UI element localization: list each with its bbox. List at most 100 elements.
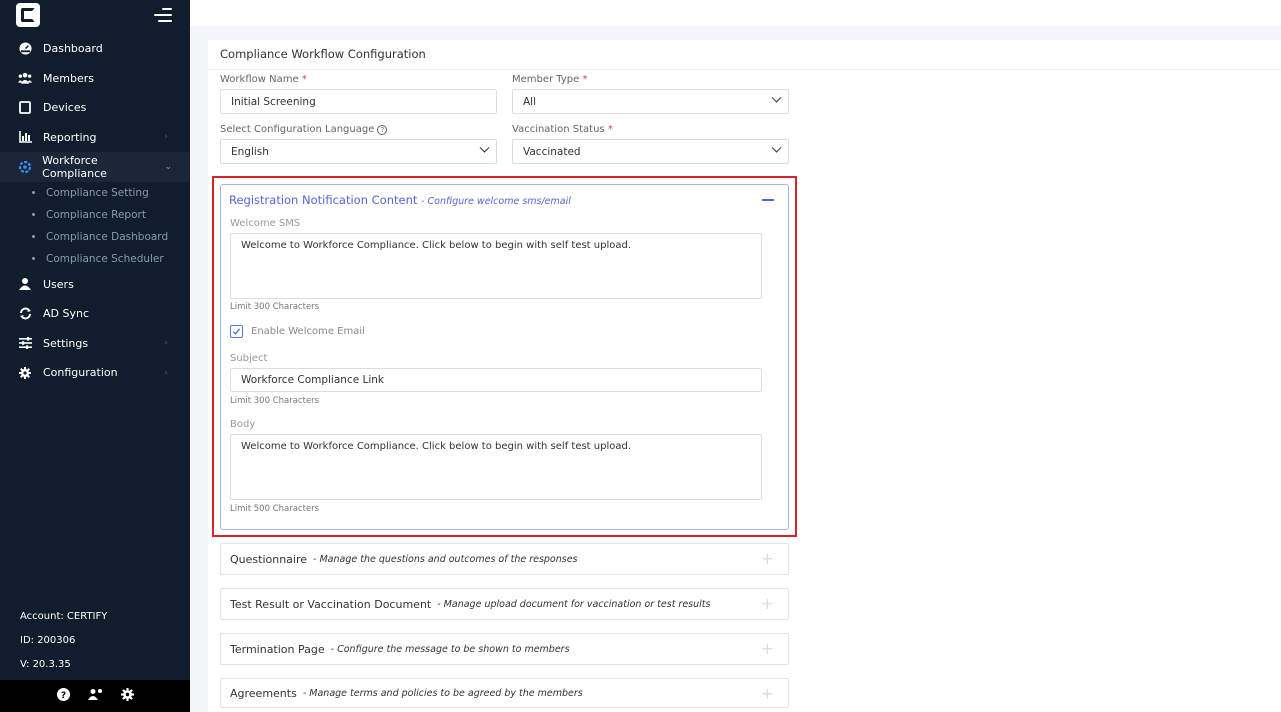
agreements-section[interactable]: Agreements - Manage terms and policies t… (220, 678, 789, 708)
language-select[interactable]: English (220, 139, 497, 164)
sidebar-item-label: Workforce Compliance (42, 153, 107, 180)
gear-icon (18, 366, 32, 380)
sliders-icon (18, 336, 32, 350)
sidebar-item-label: AD Sync (43, 307, 90, 321)
top-bar (190, 0, 1281, 26)
sidebar-subitem-label: Compliance Report (46, 208, 146, 221)
questionnaire-section[interactable]: Questionnaire - Manage the questions and… (220, 543, 789, 575)
member-type-select[interactable]: All (512, 89, 789, 114)
expand-icon[interactable]: + (761, 551, 774, 567)
required-mark: * (607, 124, 613, 135)
language-label: Select Configuration Language? (220, 124, 388, 135)
sidebar-subitem-label: Compliance Setting (46, 186, 149, 199)
sidebar-item-label: Configuration (43, 366, 118, 380)
section-title-text: Agreements (230, 686, 297, 700)
vaccination-status-select[interactable]: Vaccinated (512, 139, 789, 164)
termination-page-section[interactable]: Termination Page - Configure the message… (220, 633, 789, 665)
sidebar-item-configuration[interactable]: Configuration › (0, 358, 190, 388)
sidebar-item-settings[interactable]: Settings › (0, 329, 190, 359)
compliance-icon (18, 160, 31, 174)
dashboard-icon (18, 42, 32, 56)
section-title-text: Termination Page (230, 642, 325, 656)
section-subtitle: - Configure the message to be shown to m… (330, 643, 570, 655)
divider (208, 69, 1281, 70)
chevron-down-icon (479, 142, 490, 153)
sidebar-footer: Account: CERTIFY ID: 200306 V: 20.3.35 ? (0, 604, 190, 712)
expand-icon[interactable]: + (761, 641, 774, 657)
sidebar-item-members[interactable]: Members (0, 64, 190, 94)
sidebar-item-ad-sync[interactable]: AD Sync (0, 299, 190, 329)
account-name: Account: CERTIFY (20, 610, 108, 622)
welcome-sms-label: Welcome SMS (230, 218, 301, 229)
sidebar-item-label: Members (43, 71, 94, 85)
section-title-text: Questionnaire (230, 552, 308, 566)
sidebar: Dashboard Members Devices Reporting › Wo… (0, 0, 190, 712)
body-textarea[interactable]: Welcome to Workforce Compliance. Click b… (230, 434, 762, 500)
subject-input[interactable]: Workforce Compliance Link (230, 368, 762, 392)
section-subtitle: - Manage the questions and outcomes of t… (313, 553, 578, 565)
logo[interactable] (16, 3, 40, 27)
label-text: Workflow Name (220, 74, 299, 85)
section-subtitle: - Manage upload document for vaccination… (437, 598, 711, 610)
sidebar-item-dashboard[interactable]: Dashboard (0, 34, 190, 64)
sidebar-subitem-compliance-dashboard[interactable]: Compliance Dashboard (0, 226, 190, 248)
sidebar-item-workforce-compliance[interactable]: Workforce Compliance ⌄ (0, 152, 190, 182)
sidebar-item-label: Dashboard (43, 42, 103, 56)
sidebar-item-label: Users (43, 277, 74, 291)
label-text: Member Type (512, 74, 580, 85)
bullet-icon (32, 235, 35, 238)
workflow-name-input[interactable]: Initial Screening (220, 89, 497, 114)
chevron-down-icon: ⌄ (164, 161, 172, 172)
user-icon (18, 277, 32, 291)
label-text: Select Configuration Language (220, 124, 375, 135)
sidebar-subitem-compliance-scheduler[interactable]: Compliance Scheduler (0, 248, 190, 270)
section-title[interactable]: Registration Notification Content - Conf… (229, 193, 571, 207)
expand-icon[interactable]: + (761, 596, 774, 612)
account-id: ID: 200306 (20, 634, 76, 646)
sidebar-subitem-label: Compliance Scheduler (46, 252, 164, 265)
test-result-section[interactable]: Test Result or Vaccination Document - Ma… (220, 588, 789, 620)
footer-toolbar: ? (0, 680, 190, 712)
reporting-icon (18, 130, 32, 144)
vaccination-status-label: Vaccination Status * (512, 124, 613, 135)
section-subtitle: - Manage terms and policies to be agreed… (302, 687, 583, 699)
check-icon (232, 328, 241, 335)
sidebar-item-label: Settings (43, 336, 89, 350)
gear-icon[interactable] (120, 687, 134, 705)
section-title-text: Registration Notification Content (229, 193, 418, 207)
page-title: Compliance Workflow Configuration (220, 47, 426, 61)
menu-toggle-icon[interactable] (154, 8, 172, 22)
sync-icon (18, 307, 32, 321)
bullet-icon (32, 257, 35, 260)
required-mark: * (582, 74, 588, 85)
svg-text:?: ? (60, 691, 65, 701)
sidebar-nav: Dashboard Members Devices Reporting › Wo… (0, 34, 190, 388)
sidebar-header (0, 0, 190, 30)
sidebar-item-reporting[interactable]: Reporting › (0, 123, 190, 153)
sidebar-subitem-label: Compliance Dashboard (46, 230, 169, 243)
registration-notification-section: Registration Notification Content - Conf… (220, 184, 789, 530)
member-type-label: Member Type * (512, 74, 587, 85)
section-title-text: Test Result or Vaccination Document (230, 597, 432, 611)
expand-icon[interactable]: + (761, 686, 774, 702)
bullet-icon (32, 213, 35, 216)
enable-welcome-email-label: Enable Welcome Email (251, 326, 365, 337)
collapse-icon[interactable] (762, 199, 774, 201)
label-text: Vaccination Status (512, 124, 605, 135)
chevron-down-icon (771, 142, 782, 153)
sidebar-item-users[interactable]: Users (0, 270, 190, 300)
subject-limit-hint: Limit 300 Characters (230, 396, 320, 406)
sidebar-subitem-compliance-setting[interactable]: Compliance Setting (0, 182, 190, 204)
body-label: Body (230, 419, 256, 430)
user-settings-icon[interactable] (87, 688, 103, 705)
members-icon (18, 71, 32, 85)
subject-label: Subject (230, 353, 268, 364)
help-icon[interactable]: ? (377, 125, 388, 135)
welcome-sms-textarea[interactable]: Welcome to Workforce Compliance. Click b… (230, 233, 762, 299)
chevron-right-icon: › (164, 367, 168, 378)
sidebar-item-devices[interactable]: Devices (0, 93, 190, 123)
enable-welcome-email-checkbox[interactable] (230, 325, 243, 338)
help-icon[interactable]: ? (56, 687, 70, 705)
sidebar-subitem-compliance-report[interactable]: Compliance Report (0, 204, 190, 226)
chevron-right-icon: › (164, 338, 168, 349)
